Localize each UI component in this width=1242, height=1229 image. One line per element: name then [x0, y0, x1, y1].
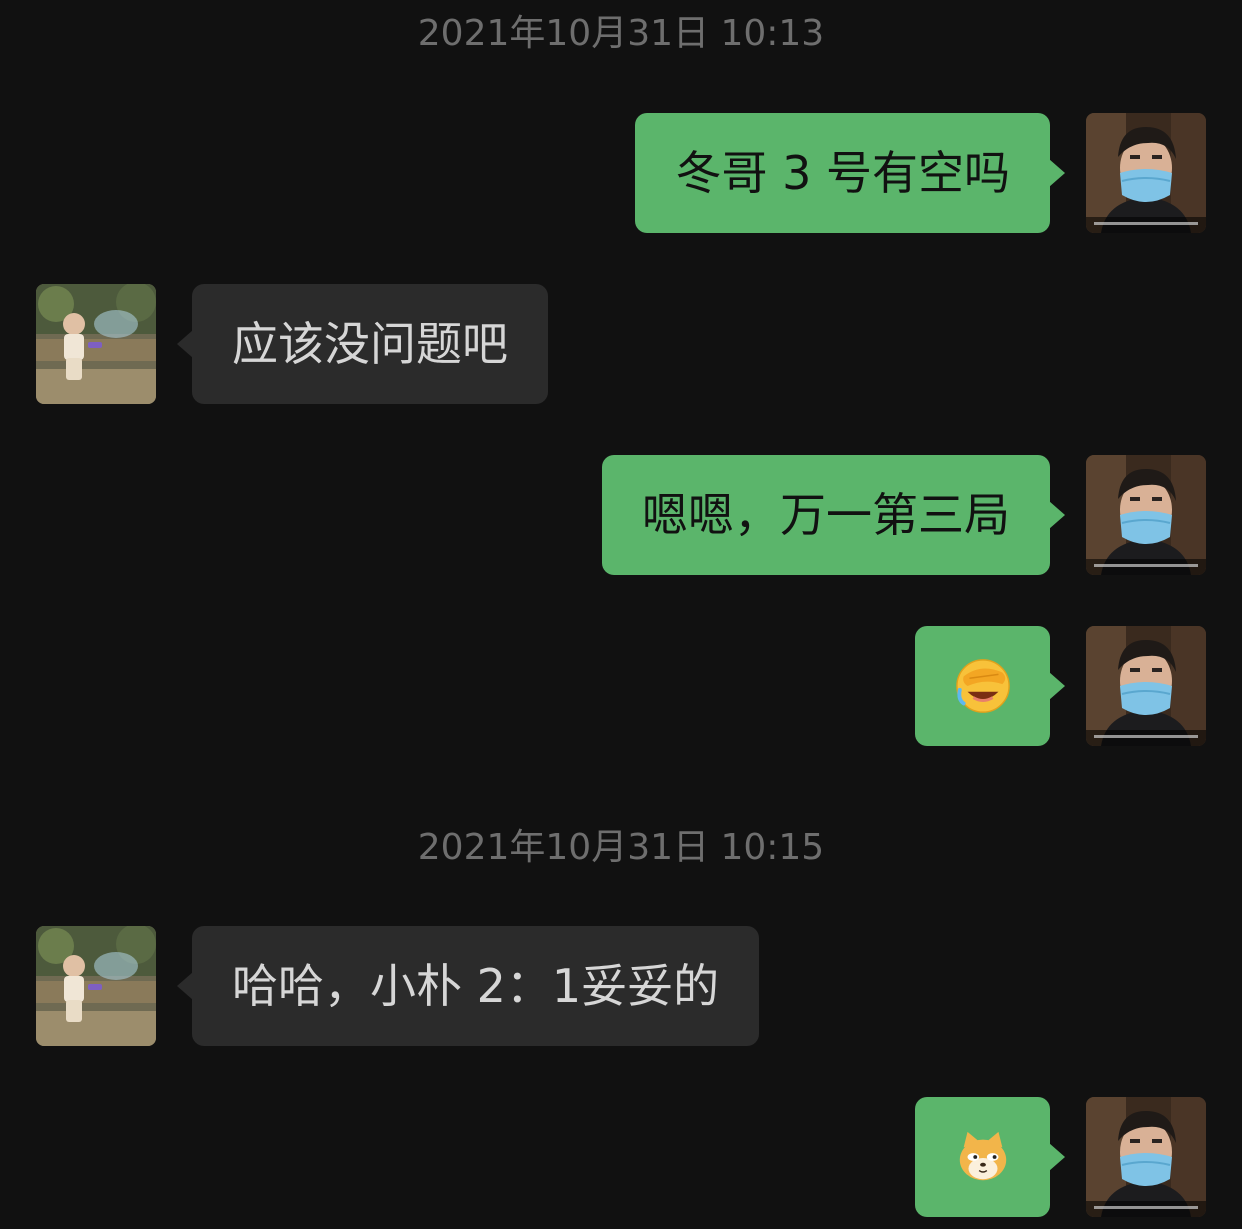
masked-man-avatar-image: [1086, 113, 1206, 233]
message-bubble-incoming[interactable]: 哈哈，小朴 2：1妥妥的: [176, 926, 760, 1046]
message-text: 冬哥 3 号有空吗: [675, 146, 1010, 200]
avatar[interactable]: [1086, 455, 1206, 575]
avatar[interactable]: [1086, 1097, 1206, 1217]
avatar[interactable]: [1086, 113, 1206, 233]
avatar[interactable]: [36, 284, 156, 404]
child-outdoor-avatar-image: [36, 284, 156, 404]
message-bubble-incoming[interactable]: 应该没问题吧: [177, 284, 548, 404]
facepalm-laughing-emoji: [955, 659, 1010, 713]
masked-man-avatar-image: [1086, 1097, 1206, 1217]
avatar[interactable]: [1086, 626, 1206, 746]
message-text: 应该没问题吧: [232, 317, 508, 371]
child-outdoor-avatar-image: [36, 926, 156, 1046]
timestamp: 2021年10月31日 10:13: [417, 13, 825, 54]
message-bubble-outgoing[interactable]: [915, 1097, 1065, 1217]
masked-man-avatar-image: [1086, 455, 1206, 575]
message-bubble-outgoing[interactable]: 嗯嗯，万一第三局: [602, 455, 1065, 575]
message-bubble-outgoing[interactable]: 冬哥 3 号有空吗: [635, 113, 1065, 233]
message-bubble-outgoing[interactable]: [915, 626, 1065, 746]
avatar[interactable]: [36, 926, 156, 1046]
masked-man-avatar-image: [1086, 626, 1206, 746]
doge-emoji: [959, 1131, 1006, 1181]
timestamp: 2021年10月31日 10:15: [417, 827, 825, 868]
message-text: 嗯嗯，万一第三局: [642, 488, 1010, 542]
message-text: 哈哈，小朴 2：1妥妥的: [232, 959, 720, 1013]
